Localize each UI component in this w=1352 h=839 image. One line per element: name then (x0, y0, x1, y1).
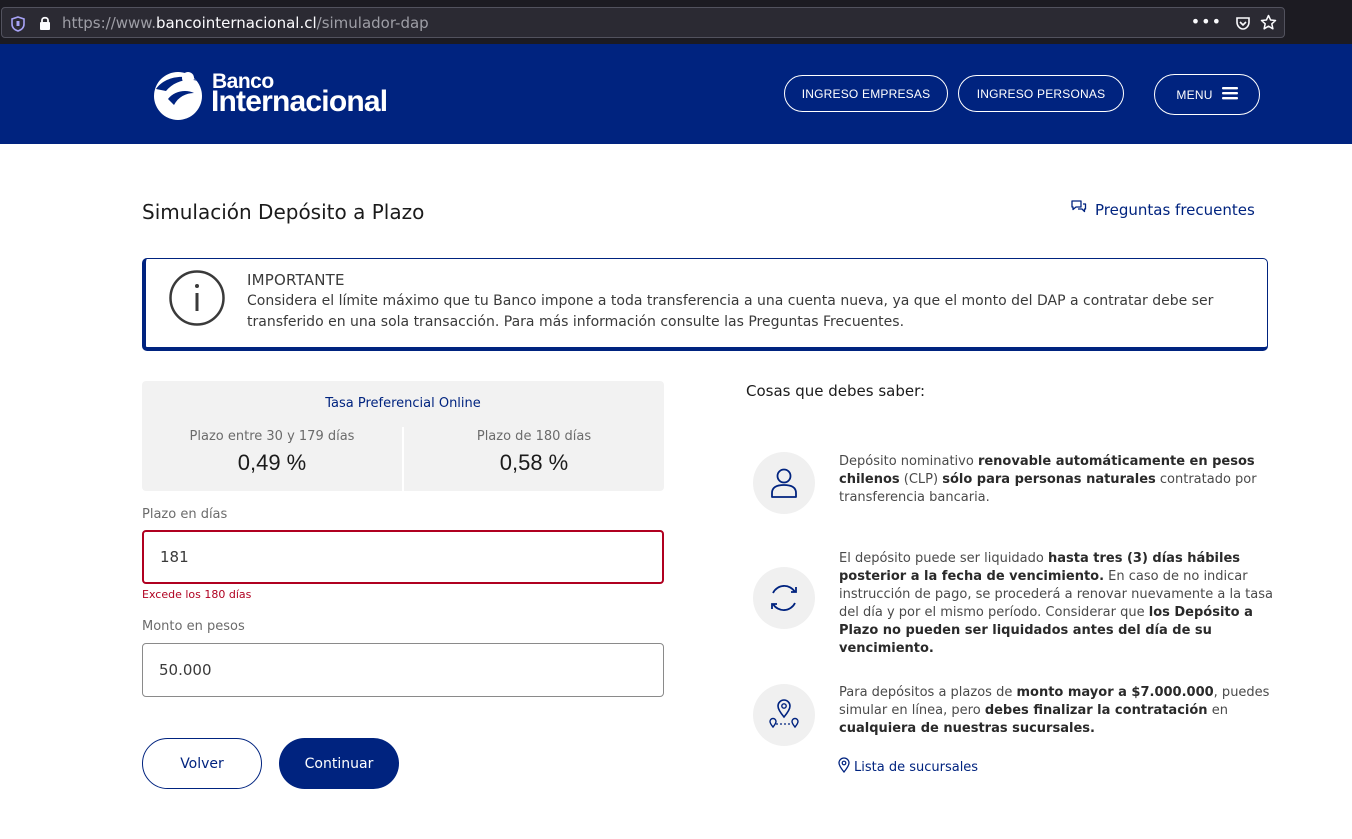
rate-card: Tasa Preferencial Online Plazo entre 30 … (142, 381, 664, 491)
text-segment: El depósito puede ser liquidado (839, 551, 1048, 566)
pin-icon (838, 757, 850, 777)
info-item-text: Para depósitos a plazos de monto mayor a… (839, 684, 1273, 738)
text-segment: (CLP) (899, 472, 943, 487)
url-path: /simulador-dap (316, 14, 429, 32)
browser-toolbar: https://www.bancointernacional.cl/simula… (0, 0, 1352, 44)
rate-value-long: 0,58 % (499, 450, 569, 475)
branches-link-label: Lista de sucursales (854, 759, 979, 775)
alert-text: Considera el límite máximo que tu Banco … (247, 293, 1214, 330)
text-segment: Para depósitos a plazos de (839, 685, 1017, 700)
info-icon (168, 269, 226, 331)
ingreso-empresas-button[interactable]: INGRESO EMPRESAS (784, 75, 948, 112)
chat-bubbles-icon (1070, 199, 1087, 220)
monto-input[interactable]: 50.000 (142, 643, 664, 697)
hamburger-icon (1221, 86, 1238, 103)
rate-label-short: Plazo entre 30 y 179 días (189, 429, 355, 444)
branches-list-link[interactable]: Lista de sucursales (838, 757, 978, 777)
refresh-icon (753, 567, 815, 629)
things-to-know-title: Cosas que debes saber: (746, 382, 926, 400)
rate-column-long: Plazo de 180 días 0,58 % (404, 429, 664, 476)
continuar-button[interactable]: Continuar (279, 738, 399, 789)
page-title: Simulación Depósito a Plazo (142, 200, 425, 224)
star-icon[interactable] (1260, 14, 1277, 35)
faq-label: Preguntas frecuentes (1095, 200, 1255, 219)
rate-column-short: Plazo entre 30 y 179 días 0,49 % (142, 429, 402, 476)
volver-button[interactable]: Volver (142, 738, 262, 789)
user-icon (753, 452, 815, 514)
plazo-label: Plazo en días (142, 507, 228, 522)
text-segment-bold: sólo para personas naturales (942, 472, 1156, 487)
info-item-text: Depósito nominativo renovable automática… (839, 453, 1273, 507)
text-segment: Depósito nominativo (839, 454, 978, 469)
logo-text-big: Internacional (211, 85, 388, 118)
faq-link[interactable]: Preguntas frecuentes (1070, 199, 1255, 220)
plazo-input[interactable]: 181 (142, 530, 664, 584)
logo-mark-icon (150, 69, 206, 125)
menu-button[interactable]: MENU (1154, 74, 1260, 115)
menu-label: MENU (1176, 87, 1213, 102)
url-text[interactable]: https://www.bancointernacional.cl/simula… (62, 14, 429, 32)
plazo-error-text: Excede los 180 días (142, 588, 252, 601)
text-segment-bold: monto mayor a $7.000.000 (1016, 685, 1214, 700)
info-item-text: El depósito puede ser liquidado hasta tr… (839, 550, 1273, 658)
text-segment-bold: debes finalizar la contratación (984, 703, 1208, 718)
url-prefix: https://www. (62, 14, 156, 32)
alert-title: IMPORTANTE (247, 271, 345, 289)
rate-card-title: Tasa Preferencial Online (325, 396, 481, 411)
bank-logo[interactable]: Banco Internacional (150, 68, 410, 122)
url-domain: bancointernacional.cl (155, 14, 317, 32)
url-bar[interactable]: https://www.bancointernacional.cl/simula… (1, 7, 1285, 38)
more-dots-icon[interactable]: ••• (1191, 12, 1222, 31)
rate-value-short: 0,49 % (237, 450, 307, 475)
text-segment-bold: cualquiera de nuestras sucursales. (839, 721, 1095, 736)
ingreso-personas-button[interactable]: INGRESO PERSONAS (958, 75, 1124, 112)
important-alert: IMPORTANTE Considera el límite máximo qu… (142, 258, 1268, 351)
monto-label: Monto en pesos (142, 619, 245, 634)
site-header: Banco Internacional INGRESO EMPRESAS ING… (0, 44, 1352, 144)
shield-icon[interactable] (11, 16, 25, 36)
map-pins-icon (753, 684, 815, 746)
rate-label-long: Plazo de 180 días (476, 429, 592, 444)
text-segment: en (1207, 703, 1228, 718)
lock-icon[interactable] (38, 15, 52, 35)
pocket-icon[interactable] (1235, 15, 1251, 35)
